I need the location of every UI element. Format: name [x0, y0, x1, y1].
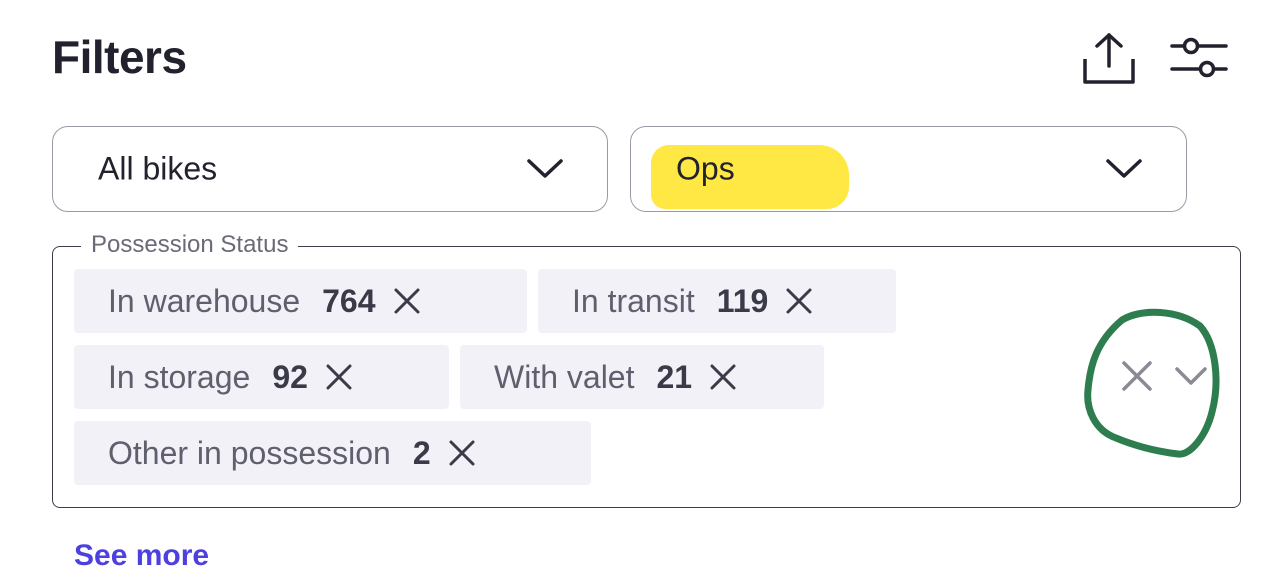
filter-chip: In transit 119	[538, 269, 896, 333]
bike-type-select[interactable]: All bikes	[52, 126, 608, 212]
chip-count: 119	[716, 282, 769, 319]
close-icon	[1122, 361, 1152, 391]
chip-label: In storage	[108, 358, 251, 395]
chip-label: In transit	[572, 282, 695, 319]
clear-all-button[interactable]	[1119, 358, 1155, 394]
close-icon	[394, 288, 420, 314]
filter-chip: In storage 92	[74, 345, 449, 409]
chip-label: With valet	[494, 358, 635, 395]
chip-label: Other in possession	[108, 434, 391, 471]
chip-count: 21	[656, 358, 693, 395]
filter-chip: In warehouse 764	[74, 269, 527, 333]
upload-icon	[1083, 33, 1135, 84]
header-actions	[1080, 28, 1228, 86]
filter-settings-button[interactable]	[1170, 28, 1228, 86]
team-select-value: Ops	[676, 150, 735, 187]
expand-toggle-button[interactable]	[1173, 363, 1209, 389]
possession-status-filter: Possession Status In warehouse 764 In tr…	[52, 231, 1241, 508]
close-icon	[710, 364, 736, 390]
chip-remove-button[interactable]	[782, 284, 816, 318]
chip-count: 92	[272, 358, 308, 395]
export-button[interactable]	[1080, 28, 1138, 86]
chevron-down-icon	[1175, 367, 1207, 385]
chevron-down-icon	[527, 159, 563, 178]
close-icon	[449, 440, 475, 466]
filter-chip: Other in possession 2	[74, 421, 591, 485]
chip-remove-button[interactable]	[390, 284, 424, 318]
see-more-link[interactable]: See more	[74, 538, 209, 574]
sliders-icon	[1170, 37, 1228, 78]
chip-count: 764	[322, 282, 376, 319]
close-icon	[786, 288, 812, 314]
close-icon	[326, 364, 352, 390]
chip-remove-button[interactable]	[445, 436, 479, 470]
possession-status-legend: Possession Status	[81, 231, 299, 260]
chip-label: In warehouse	[108, 282, 301, 319]
bike-type-select-value: All bikes	[98, 150, 218, 187]
chip-remove-button[interactable]	[706, 360, 740, 394]
filter-chip: With valet 21	[460, 345, 824, 409]
chip-remove-button[interactable]	[322, 360, 356, 394]
chevron-down-icon	[1106, 159, 1142, 178]
chip-count: 2	[412, 434, 431, 471]
team-select[interactable]: Ops	[630, 126, 1187, 212]
page-title: Filters	[52, 31, 187, 83]
